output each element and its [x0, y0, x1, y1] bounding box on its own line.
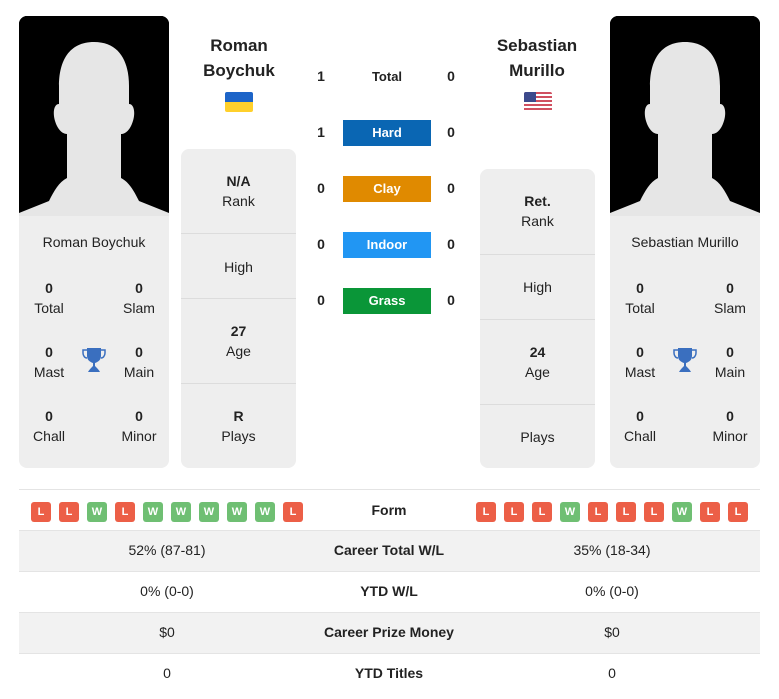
right-form-badges: LLLWLLLWLL [476, 502, 748, 522]
usa-flag-icon [524, 92, 552, 112]
left-titles-minor: 0 Minor [121, 408, 157, 444]
right-form-badge-loss[interactable]: L [616, 502, 636, 522]
right-form-badge-loss[interactable]: L [504, 502, 524, 522]
left-form-badge-win[interactable]: W [87, 502, 107, 522]
right-form-badge-loss[interactable]: L [588, 502, 608, 522]
left-player-heading[interactable]: Roman Boychuk [174, 33, 304, 83]
form-label: Form [371, 502, 407, 518]
left-form-badge-loss[interactable]: L [59, 502, 79, 522]
ukraine-flag-icon [225, 92, 253, 112]
left-player-photo [19, 16, 169, 216]
right-player-card: Sebastian Murillo 0 Total 0 Slam 0 Mast … [610, 16, 760, 468]
stat-row-career-total-wl: 52% (87-81) Career Total W/L 35% (18-34) [19, 530, 760, 571]
right-titles-minor: 0 Minor [712, 408, 748, 444]
h2h-row-indoor: 0 Indoor 0 [300, 232, 480, 258]
trophy-icon [673, 348, 697, 372]
left-form-badges: LLWLWWWWWL [31, 502, 303, 522]
right-player-heading[interactable]: Sebastian Murillo [472, 33, 602, 83]
player-silhouette-icon [610, 16, 760, 216]
left-form-badge-win[interactable]: W [199, 502, 219, 522]
stat-row-ytd-titles: 0 YTD Titles 0 [19, 653, 760, 694]
right-form-badge-loss[interactable]: L [476, 502, 496, 522]
left-form-badge-win[interactable]: W [171, 502, 191, 522]
left-titles-mast: 0 Mast [33, 344, 65, 380]
left-form-badge-loss[interactable]: L [115, 502, 135, 522]
h2h-row-hard: 1 Hard 0 [300, 120, 480, 146]
left-high: High [181, 233, 296, 298]
right-titles-main: 0 Main [714, 344, 746, 380]
stat-row-ytd-wl: 0% (0-0) YTD W/L 0% (0-0) [19, 571, 760, 612]
right-info-card: Ret. Rank High 24 Age Plays [480, 169, 595, 468]
left-player-card: Roman Boychuk 0 Total 0 Slam 0 Mast 0 Ma… [19, 16, 169, 468]
right-age: 24 Age [480, 319, 595, 404]
right-high: High [480, 254, 595, 319]
surface-indoor-badge[interactable]: Indoor [343, 232, 431, 258]
surface-hard-badge[interactable]: Hard [343, 120, 431, 146]
left-form-badge-loss[interactable]: L [31, 502, 51, 522]
form-row: LLWLWWWWWL Form LLLWLLLWLL [19, 489, 760, 530]
left-form-badge-win[interactable]: W [255, 502, 275, 522]
surface-total-label: Total [371, 69, 403, 84]
h2h-row-clay: 0 Clay 0 [300, 176, 480, 202]
left-info-card: N/A Rank High 27 Age R Plays [181, 149, 296, 468]
right-form-badge-loss[interactable]: L [728, 502, 748, 522]
left-plays: R Plays [181, 383, 296, 468]
left-titles-slam: 0 Slam [123, 280, 155, 316]
right-form-badge-loss[interactable]: L [532, 502, 552, 522]
left-form-badge-win[interactable]: W [227, 502, 247, 522]
right-plays: Plays [480, 404, 595, 468]
left-rank: N/A Rank [222, 173, 255, 209]
left-titles-total: 0 Total [34, 280, 64, 316]
left-player-name: Roman Boychuk [42, 234, 146, 250]
left-form-badge-win[interactable]: W [143, 502, 163, 522]
stat-row-career-prize-money: $0 Career Prize Money $0 [19, 612, 760, 653]
left-titles-chall: 0 Chall [33, 408, 65, 444]
left-titles-main: 0 Main [123, 344, 155, 380]
player-silhouette-icon [19, 16, 169, 216]
right-form-badge-loss[interactable]: L [700, 502, 720, 522]
surface-clay-badge[interactable]: Clay [343, 176, 431, 202]
right-titles-mast: 0 Mast [624, 344, 656, 380]
right-form-badge-win[interactable]: W [672, 502, 692, 522]
trophy-icon [82, 348, 106, 372]
right-form-badge-win[interactable]: W [560, 502, 580, 522]
right-player-photo [610, 16, 760, 216]
right-titles-chall: 0 Chall [624, 408, 656, 444]
right-rank: Ret. Rank [521, 193, 554, 229]
surface-grass-badge[interactable]: Grass [343, 288, 431, 314]
left-age: 27 Age [181, 298, 296, 383]
right-titles-slam: 0 Slam [714, 280, 746, 316]
h2h-row-total: 1 Total 0 [300, 64, 480, 90]
right-player-name: Sebastian Murillo [631, 234, 739, 250]
right-form-badge-loss[interactable]: L [644, 502, 664, 522]
h2h-row-grass: 0 Grass 0 [300, 288, 480, 314]
right-titles-total: 0 Total [625, 280, 655, 316]
